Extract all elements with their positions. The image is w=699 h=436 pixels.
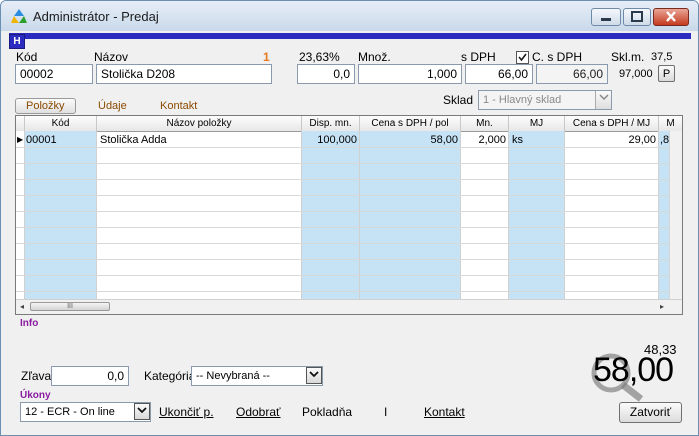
warehouse-select[interactable]: 1 - Hlavný sklad xyxy=(478,90,612,110)
stock-quantity: 97,000 xyxy=(619,68,653,80)
cell-kod[interactable]: 00001 xyxy=(26,133,96,147)
scroll-right-icon[interactable]: ▸ xyxy=(660,302,664,311)
p-button[interactable]: P xyxy=(658,65,675,82)
row-divider xyxy=(16,291,670,292)
row-divider xyxy=(16,147,670,148)
kod-label: Kód xyxy=(16,50,38,64)
total-amount: 58,00 xyxy=(593,351,674,389)
close-button[interactable] xyxy=(653,8,689,26)
stock-label: Skl.m. xyxy=(611,50,645,64)
sales-window: Administrátor - Predaj H Kód Názov 1 23,… xyxy=(0,0,699,436)
row-divider xyxy=(16,195,670,196)
row-divider xyxy=(16,227,670,228)
title-bar[interactable]: Administrátor - Predaj xyxy=(1,1,698,31)
row-divider xyxy=(16,243,670,244)
row-divider xyxy=(16,179,670,180)
cell-nazov[interactable]: Stolička Adda xyxy=(100,133,300,147)
warehouse-dropdown-arrow[interactable] xyxy=(595,91,611,109)
vertical-scroll-track[interactable] xyxy=(669,131,682,301)
items-grid[interactable]: Kód Názov položky Disp. mn. Cena s DPH /… xyxy=(15,115,683,315)
stock-value: 37,5 xyxy=(651,51,673,63)
total-vat-label: C. s DPH xyxy=(532,50,583,64)
minimize-icon xyxy=(601,18,611,21)
actions-section-label: Úkony xyxy=(20,390,51,401)
row-divider xyxy=(16,259,670,260)
col-header-mn[interactable]: Mn. xyxy=(461,116,509,131)
discount-input[interactable]: 0,0 xyxy=(51,366,129,386)
count-marker: 1 xyxy=(263,50,270,64)
col-header-nazov[interactable]: Názov položky xyxy=(97,116,302,131)
maximize-icon xyxy=(631,11,643,22)
grid-header: Kód Názov položky Disp. mn. Cena s DPH /… xyxy=(16,116,682,132)
cell-mj[interactable]: ks xyxy=(512,133,562,147)
row-divider xyxy=(16,163,670,164)
col-header-cena-pol[interactable]: Cena s DPH / pol xyxy=(360,116,461,131)
quantity-label: Množ. xyxy=(358,50,391,64)
row-divider xyxy=(16,211,670,212)
vat-value-input[interactable]: 0,0 xyxy=(297,64,355,84)
app-logo-icon xyxy=(11,9,27,23)
separator: I xyxy=(384,405,388,419)
col-header-kod[interactable]: Kód xyxy=(25,116,97,131)
category-dropdown-arrow[interactable] xyxy=(306,367,322,384)
discount-label: Zľava xyxy=(21,369,52,383)
chevron-down-icon xyxy=(137,407,147,414)
chevron-down-icon xyxy=(598,94,609,101)
category-label: Kategória xyxy=(144,369,196,383)
total-vat-input[interactable]: 66,00 xyxy=(536,64,608,84)
kod-input[interactable]: 00002 xyxy=(15,64,93,84)
scroll-left-icon[interactable]: ◂ xyxy=(20,302,24,311)
info-section-label: Info xyxy=(20,318,39,329)
price-vat-label: s DPH xyxy=(461,50,496,64)
contact-link[interactable]: Kontakt xyxy=(424,405,465,419)
cell-cena-pol[interactable]: 58,00 xyxy=(360,133,458,147)
horizontal-scroll-thumb[interactable]: III xyxy=(30,302,110,311)
help-badge[interactable]: H xyxy=(9,34,25,49)
checkmark-icon xyxy=(518,53,527,62)
row-divider xyxy=(16,275,670,276)
category-select[interactable]: -- Nevybraná -- xyxy=(191,366,323,386)
minimize-button[interactable] xyxy=(591,8,621,26)
actions-dropdown-arrow[interactable] xyxy=(134,403,150,420)
actions-select[interactable]: 12 - ECR - On line xyxy=(20,402,151,422)
nazov-label: Názov xyxy=(94,50,129,64)
price-vat-input[interactable]: 66,00 xyxy=(465,64,533,84)
cash-register-link[interactable]: Pokladňa xyxy=(302,405,352,419)
cell-disp[interactable]: 100,000 xyxy=(302,133,357,147)
col-header-disp[interactable]: Disp. mn. xyxy=(302,116,360,131)
col-header-cena-mj[interactable]: Cena s DPH / MJ xyxy=(565,116,659,131)
chevron-down-icon xyxy=(309,371,319,378)
close-form-button[interactable]: Zatvoriť xyxy=(619,402,682,423)
vat-rate-label: 23,63% xyxy=(299,50,340,64)
cell-cena-mj[interactable]: 29,00 xyxy=(565,133,656,147)
current-row-marker: ▶ xyxy=(17,135,24,144)
horizontal-scrollbar[interactable]: ◂ III ▸ xyxy=(16,299,682,314)
maximize-button[interactable] xyxy=(623,8,651,26)
tab-kontakt[interactable]: Kontakt xyxy=(160,100,197,112)
finish-link[interactable]: Ukončiť p. xyxy=(159,405,214,419)
warehouse-label: Sklad xyxy=(443,93,474,107)
header-band xyxy=(9,33,691,39)
col-header-mj[interactable]: MJ xyxy=(509,116,565,131)
col-header-m[interactable]: M xyxy=(659,116,682,131)
tab-polozky[interactable]: Položky xyxy=(15,98,76,114)
row-header-cell xyxy=(16,116,25,131)
tab-udaje[interactable]: Údaje xyxy=(98,100,127,112)
window-title: Administrátor - Predaj xyxy=(33,9,159,24)
nazov-input[interactable]: Stolička D208 xyxy=(96,64,272,84)
quantity-input[interactable]: 1,000 xyxy=(358,64,462,84)
cell-mn[interactable]: 2,000 xyxy=(461,133,506,147)
close-icon xyxy=(666,11,676,22)
remove-link[interactable]: Odobrať xyxy=(236,405,281,419)
total-vat-checkbox[interactable] xyxy=(516,51,529,64)
